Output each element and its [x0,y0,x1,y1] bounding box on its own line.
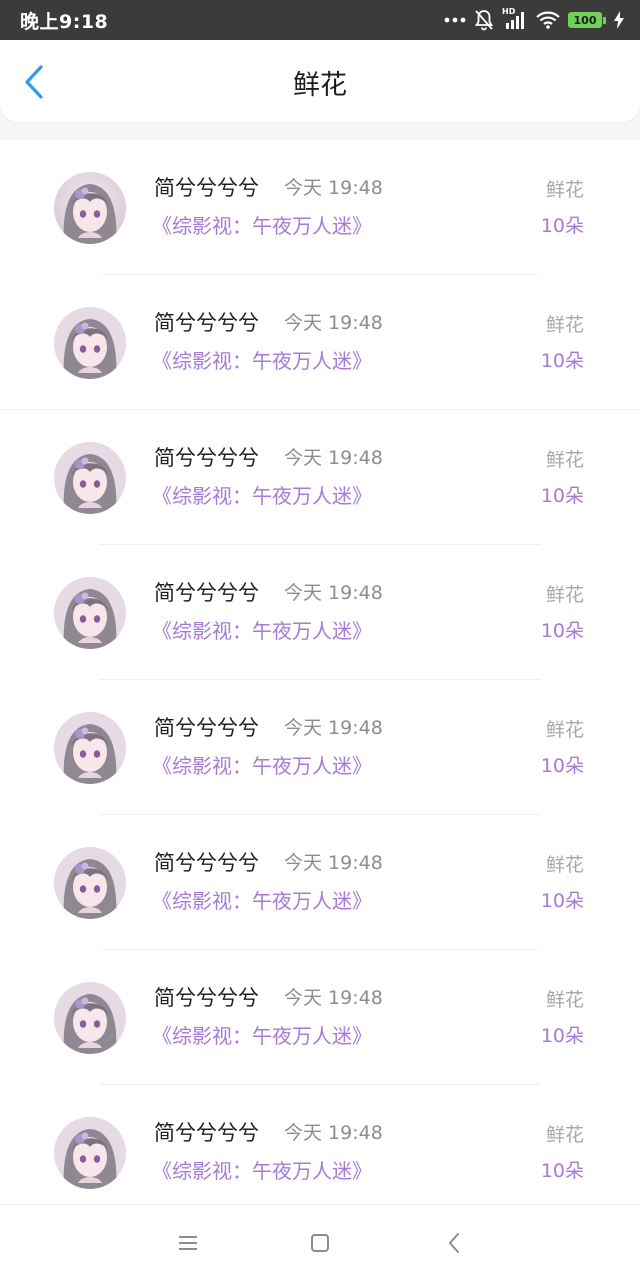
user-name: 简兮兮兮兮 [154,851,259,875]
send-time: 今天 19:48 [284,447,383,469]
charging-icon [614,11,624,29]
book-title[interactable]: 《综影视：午夜万人迷》 [152,347,372,375]
user-name: 简兮兮兮兮 [154,311,259,335]
send-time: 今天 19:48 [284,177,383,199]
book-title[interactable]: 《综影视：午夜万人迷》 [152,482,372,510]
gift-type: 鲜花 [545,854,584,876]
gift-count: 10朵 [540,890,584,912]
list-item[interactable]: 简兮兮兮兮 今天 19:48 《综影视：午夜万人迷》 鲜花 10朵 [0,1085,640,1220]
top-header: 鲜花 [0,40,640,122]
gift-type: 鲜花 [545,584,584,606]
more-dots-icon [444,17,466,23]
avatar[interactable] [54,577,126,649]
gift-type: 鲜花 [545,989,584,1011]
battery-level: 100 [573,13,597,27]
battery-icon: 100 [568,12,606,28]
gift-record-list: 简兮兮兮兮 今天 19:48 《综影视：午夜万人迷》 鲜花 10朵 简兮兮兮兮 … [0,140,640,1220]
menu-button[interactable] [170,1227,206,1263]
status-icons: HD 100 [444,7,624,31]
status-bar: 晚上9:18 HD 100 [0,0,640,40]
list-item[interactable]: 简兮兮兮兮 今天 19:48 《综影视：午夜万人迷》 鲜花 10朵 [0,680,640,815]
battery-tip [603,16,606,24]
avatar[interactable] [54,1117,126,1189]
book-title[interactable]: 《综影视：午夜万人迷》 [152,1157,372,1185]
system-nav-bar [0,1204,640,1280]
status-time: 晚上9:18 [20,10,109,33]
list-item[interactable]: 简兮兮兮兮 今天 19:48 《综影视：午夜万人迷》 鲜花 10朵 [0,545,640,680]
avatar[interactable] [54,712,126,784]
battery-body: 100 [568,12,602,28]
book-title[interactable]: 《综影视：午夜万人迷》 [152,1022,372,1050]
avatar[interactable] [54,847,126,919]
gift-type: 鲜花 [545,179,584,201]
back-triangle-icon [446,1231,462,1259]
book-title[interactable]: 《综影视：午夜万人迷》 [152,212,372,240]
user-name: 简兮兮兮兮 [154,446,259,470]
gift-count: 10朵 [540,350,584,372]
user-name: 简兮兮兮兮 [154,1121,259,1145]
user-name: 简兮兮兮兮 [154,986,259,1010]
avatar[interactable] [54,982,126,1054]
list-item[interactable]: 简兮兮兮兮 今天 19:48 《综影视：午夜万人迷》 鲜花 10朵 [0,275,640,410]
avatar[interactable] [54,442,126,514]
gift-type: 鲜花 [545,719,584,741]
home-button[interactable] [302,1227,338,1263]
gift-count: 10朵 [540,215,584,237]
avatar[interactable] [54,172,126,244]
gift-type: 鲜花 [545,1124,584,1146]
book-title[interactable]: 《综影视：午夜万人迷》 [152,752,372,780]
send-time: 今天 19:48 [284,582,383,604]
gift-type: 鲜花 [545,314,584,336]
back-nav-button[interactable] [436,1227,472,1263]
network-label: HD [502,7,516,16]
send-time: 今天 19:48 [284,717,383,739]
gift-count: 10朵 [540,1160,584,1182]
wifi-icon [536,11,560,29]
list-item[interactable]: 简兮兮兮兮 今天 19:48 《综影视：午夜万人迷》 鲜花 10朵 [0,410,640,545]
book-title[interactable]: 《综影视：午夜万人迷》 [152,887,372,915]
list-item[interactable]: 简兮兮兮兮 今天 19:48 《综影视：午夜万人迷》 鲜花 10朵 [0,140,640,275]
list-item[interactable]: 简兮兮兮兮 今天 19:48 《综影视：午夜万人迷》 鲜花 10朵 [0,815,640,950]
send-time: 今天 19:48 [284,1122,383,1144]
user-name: 简兮兮兮兮 [154,176,259,200]
list-item[interactable]: 简兮兮兮兮 今天 19:48 《综影视：午夜万人迷》 鲜花 10朵 [0,950,640,1085]
user-name: 简兮兮兮兮 [154,581,259,605]
home-square-icon [309,1232,331,1258]
gift-count: 10朵 [540,1025,584,1047]
avatar[interactable] [54,307,126,379]
menu-icon [177,1234,199,1256]
user-name: 简兮兮兮兮 [154,716,259,740]
send-time: 今天 19:48 [284,987,383,1009]
signal-icon: HD [502,7,528,30]
send-time: 今天 19:48 [284,852,383,874]
gift-count: 10朵 [540,620,584,642]
book-title[interactable]: 《综影视：午夜万人迷》 [152,617,372,645]
gift-count: 10朵 [540,755,584,777]
gift-type: 鲜花 [545,449,584,471]
send-time: 今天 19:48 [284,312,383,334]
gift-count: 10朵 [540,485,584,507]
bell-muted-icon [474,9,494,31]
page-title: 鲜花 [293,70,347,101]
